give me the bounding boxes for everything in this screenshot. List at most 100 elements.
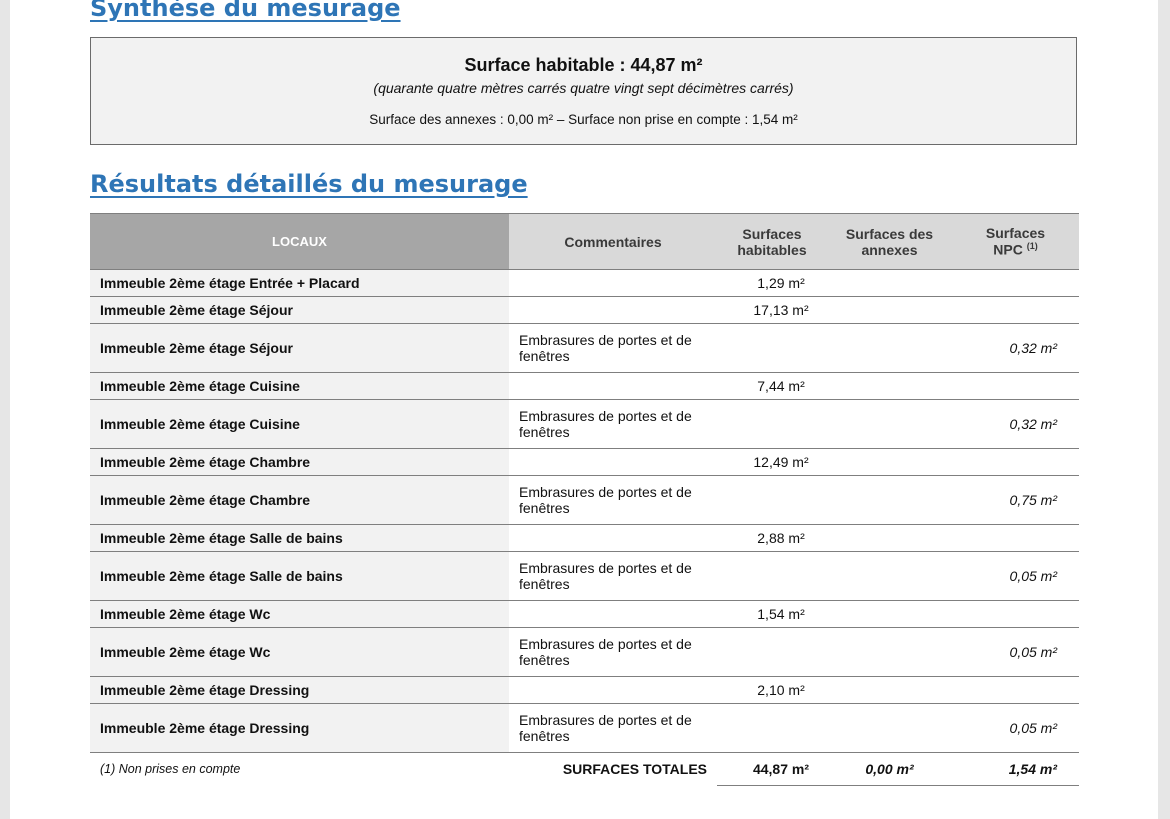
cell-commentaire <box>509 524 717 552</box>
cell-commentaire <box>509 296 717 324</box>
table-row: Immeuble 2ème étage Entrée + Placard 1,29… <box>90 269 1079 297</box>
header-surfaces-annexes: Surfaces des annexes <box>827 213 952 270</box>
cell-surface-annexe <box>827 524 952 552</box>
cell-surface-habitable: 2,10 m² <box>717 676 827 704</box>
cell-commentaire: Embrasures de portes et de fenêtres <box>509 399 717 449</box>
cell-surface-habitable <box>717 703 827 753</box>
cell-surface-npc: 0,05 m² <box>952 703 1079 753</box>
surface-habitable-summary: Surface habitable : 44,87 m² <box>464 55 703 75</box>
cell-local: Immeuble 2ème étage Séjour <box>90 296 509 324</box>
cell-commentaire <box>509 269 717 297</box>
cell-surface-habitable <box>717 475 827 525</box>
annexes-summary: Surface des annexes : 0,00 m² – Surface … <box>369 112 798 127</box>
cell-surface-habitable <box>717 551 827 601</box>
header-npc-footnote-ref: (1) <box>1026 241 1038 252</box>
cell-surface-npc <box>952 269 1079 297</box>
cell-local: Immeuble 2ème étage Dressing <box>90 676 509 704</box>
table-row: Immeuble 2ème étage Chambre 12,49 m² <box>90 448 1079 476</box>
header-npc-line2: NPC <box>993 241 1023 258</box>
cell-commentaire: Embrasures de portes et de fenêtres <box>509 551 717 601</box>
cell-surface-npc <box>952 676 1079 704</box>
header-surfaces-npc: Surfaces NPC (1) <box>952 213 1079 270</box>
cell-local: Immeuble 2ème étage Chambre <box>90 475 509 525</box>
cell-surface-annexe <box>827 296 952 324</box>
cell-local: Immeuble 2ème étage Salle de bains <box>90 524 509 552</box>
table-row: Immeuble 2ème étage Salle de bains 2,88 m… <box>90 524 1079 552</box>
cell-surface-npc <box>952 372 1079 400</box>
cell-surface-annexe <box>827 475 952 525</box>
cell-local: Immeuble 2ème étage Dressing <box>90 703 509 753</box>
cell-commentaire <box>509 600 717 628</box>
totals-row: (1) Non prises en compte SURFACES TOTALE… <box>90 752 1079 786</box>
cell-surface-habitable <box>717 627 827 677</box>
cell-local: Immeuble 2ème étage Entrée + Placard <box>90 269 509 297</box>
cell-commentaire: Embrasures de portes et de fenêtres <box>509 627 717 677</box>
total-npc: 1,54 m² <box>952 752 1079 786</box>
cell-surface-annexe <box>827 323 952 373</box>
cell-surface-npc: 0,05 m² <box>952 627 1079 677</box>
table-row: Immeuble 2ème étage Cuisine Embrasures de… <box>90 399 1079 449</box>
results-table: LOCAUX Commentaires Surfaces habitables … <box>90 213 1079 786</box>
table-header-row: LOCAUX Commentaires Surfaces habitables … <box>90 213 1079 270</box>
cell-surface-annexe <box>827 600 952 628</box>
cell-commentaire <box>509 372 717 400</box>
header-hab-line2: habitables <box>737 241 807 258</box>
cell-surface-annexe <box>827 448 952 476</box>
synthese-box: Surface habitable : 44,87 m² (quarante q… <box>90 37 1077 145</box>
cell-surface-annexe <box>827 551 952 601</box>
table-row: Immeuble 2ème étage Dressing Embrasures d… <box>90 703 1079 753</box>
cell-surface-habitable: 12,49 m² <box>717 448 827 476</box>
cell-surface-annexe <box>827 676 952 704</box>
cell-commentaire <box>509 676 717 704</box>
total-habitable: 44,87 m² <box>717 752 827 786</box>
cell-local: Immeuble 2ème étage Chambre <box>90 448 509 476</box>
surface-in-words: (quarante quatre mètres carrés quatre vi… <box>373 80 794 96</box>
cell-surface-habitable <box>717 399 827 449</box>
cell-surface-habitable: 1,54 m² <box>717 600 827 628</box>
table-row: Immeuble 2ème étage Salle de bains Embras… <box>90 551 1079 601</box>
totals-label: SURFACES TOTALES <box>562 761 707 778</box>
header-annex-line2: annexes <box>861 241 918 258</box>
table-row: Immeuble 2ème étage Séjour 17,13 m² <box>90 296 1079 324</box>
footnote-npc: (1) Non prises en compte <box>100 762 241 777</box>
cell-commentaire: Embrasures de portes et de fenêtres <box>509 475 717 525</box>
header-commentaires: Commentaires <box>509 213 717 270</box>
table-row: Immeuble 2ème étage Dressing 2,10 m² <box>90 676 1079 704</box>
total-annexes: 0,00 m² <box>827 752 952 786</box>
resultats-title: Résultats détaillés du mesurage <box>90 170 528 198</box>
cell-surface-npc: 0,75 m² <box>952 475 1079 525</box>
table-row: Immeuble 2ème étage Cuisine 7,44 m² <box>90 372 1079 400</box>
table-row: Immeuble 2ème étage Wc 1,54 m² <box>90 600 1079 628</box>
cell-surface-annexe <box>827 627 952 677</box>
cell-surface-npc: 0,05 m² <box>952 551 1079 601</box>
cell-surface-npc: 0,32 m² <box>952 399 1079 449</box>
header-hab-line1: Surfaces <box>742 225 802 242</box>
cell-surface-habitable: 2,88 m² <box>717 524 827 552</box>
table-row: Immeuble 2ème étage Wc Embrasures de port… <box>90 627 1079 677</box>
cell-commentaire: Embrasures de portes et de fenêtres <box>509 323 717 373</box>
cell-local: Immeuble 2ème étage Séjour <box>90 323 509 373</box>
cell-commentaire <box>509 448 717 476</box>
cell-surface-annexe <box>827 372 952 400</box>
cell-surface-npc <box>952 296 1079 324</box>
document-page: Synthèse du mesurage Surface habitable :… <box>10 0 1158 819</box>
table-row: Immeuble 2ème étage Chambre Embrasures de… <box>90 475 1079 525</box>
header-npc-line1: Surfaces <box>985 225 1046 242</box>
cell-surface-annexe <box>827 269 952 297</box>
table-row: Immeuble 2ème étage Séjour Embrasures de … <box>90 323 1079 373</box>
cell-surface-habitable <box>717 323 827 373</box>
cell-surface-annexe <box>827 399 952 449</box>
header-surfaces-habitables: Surfaces habitables <box>717 213 827 270</box>
header-locaux: LOCAUX <box>90 213 509 270</box>
cell-commentaire: Embrasures de portes et de fenêtres <box>509 703 717 753</box>
cell-surface-npc: 0,32 m² <box>952 323 1079 373</box>
cell-surface-npc <box>952 524 1079 552</box>
synthese-title: Synthèse du mesurage <box>90 0 401 22</box>
cell-local: Immeuble 2ème étage Cuisine <box>90 399 509 449</box>
header-annex-line1: Surfaces des <box>845 225 934 242</box>
cell-surface-habitable: 7,44 m² <box>717 372 827 400</box>
cell-surface-habitable: 17,13 m² <box>717 296 827 324</box>
cell-surface-npc <box>952 600 1079 628</box>
cell-local: Immeuble 2ème étage Cuisine <box>90 372 509 400</box>
cell-surface-habitable: 1,29 m² <box>717 269 827 297</box>
